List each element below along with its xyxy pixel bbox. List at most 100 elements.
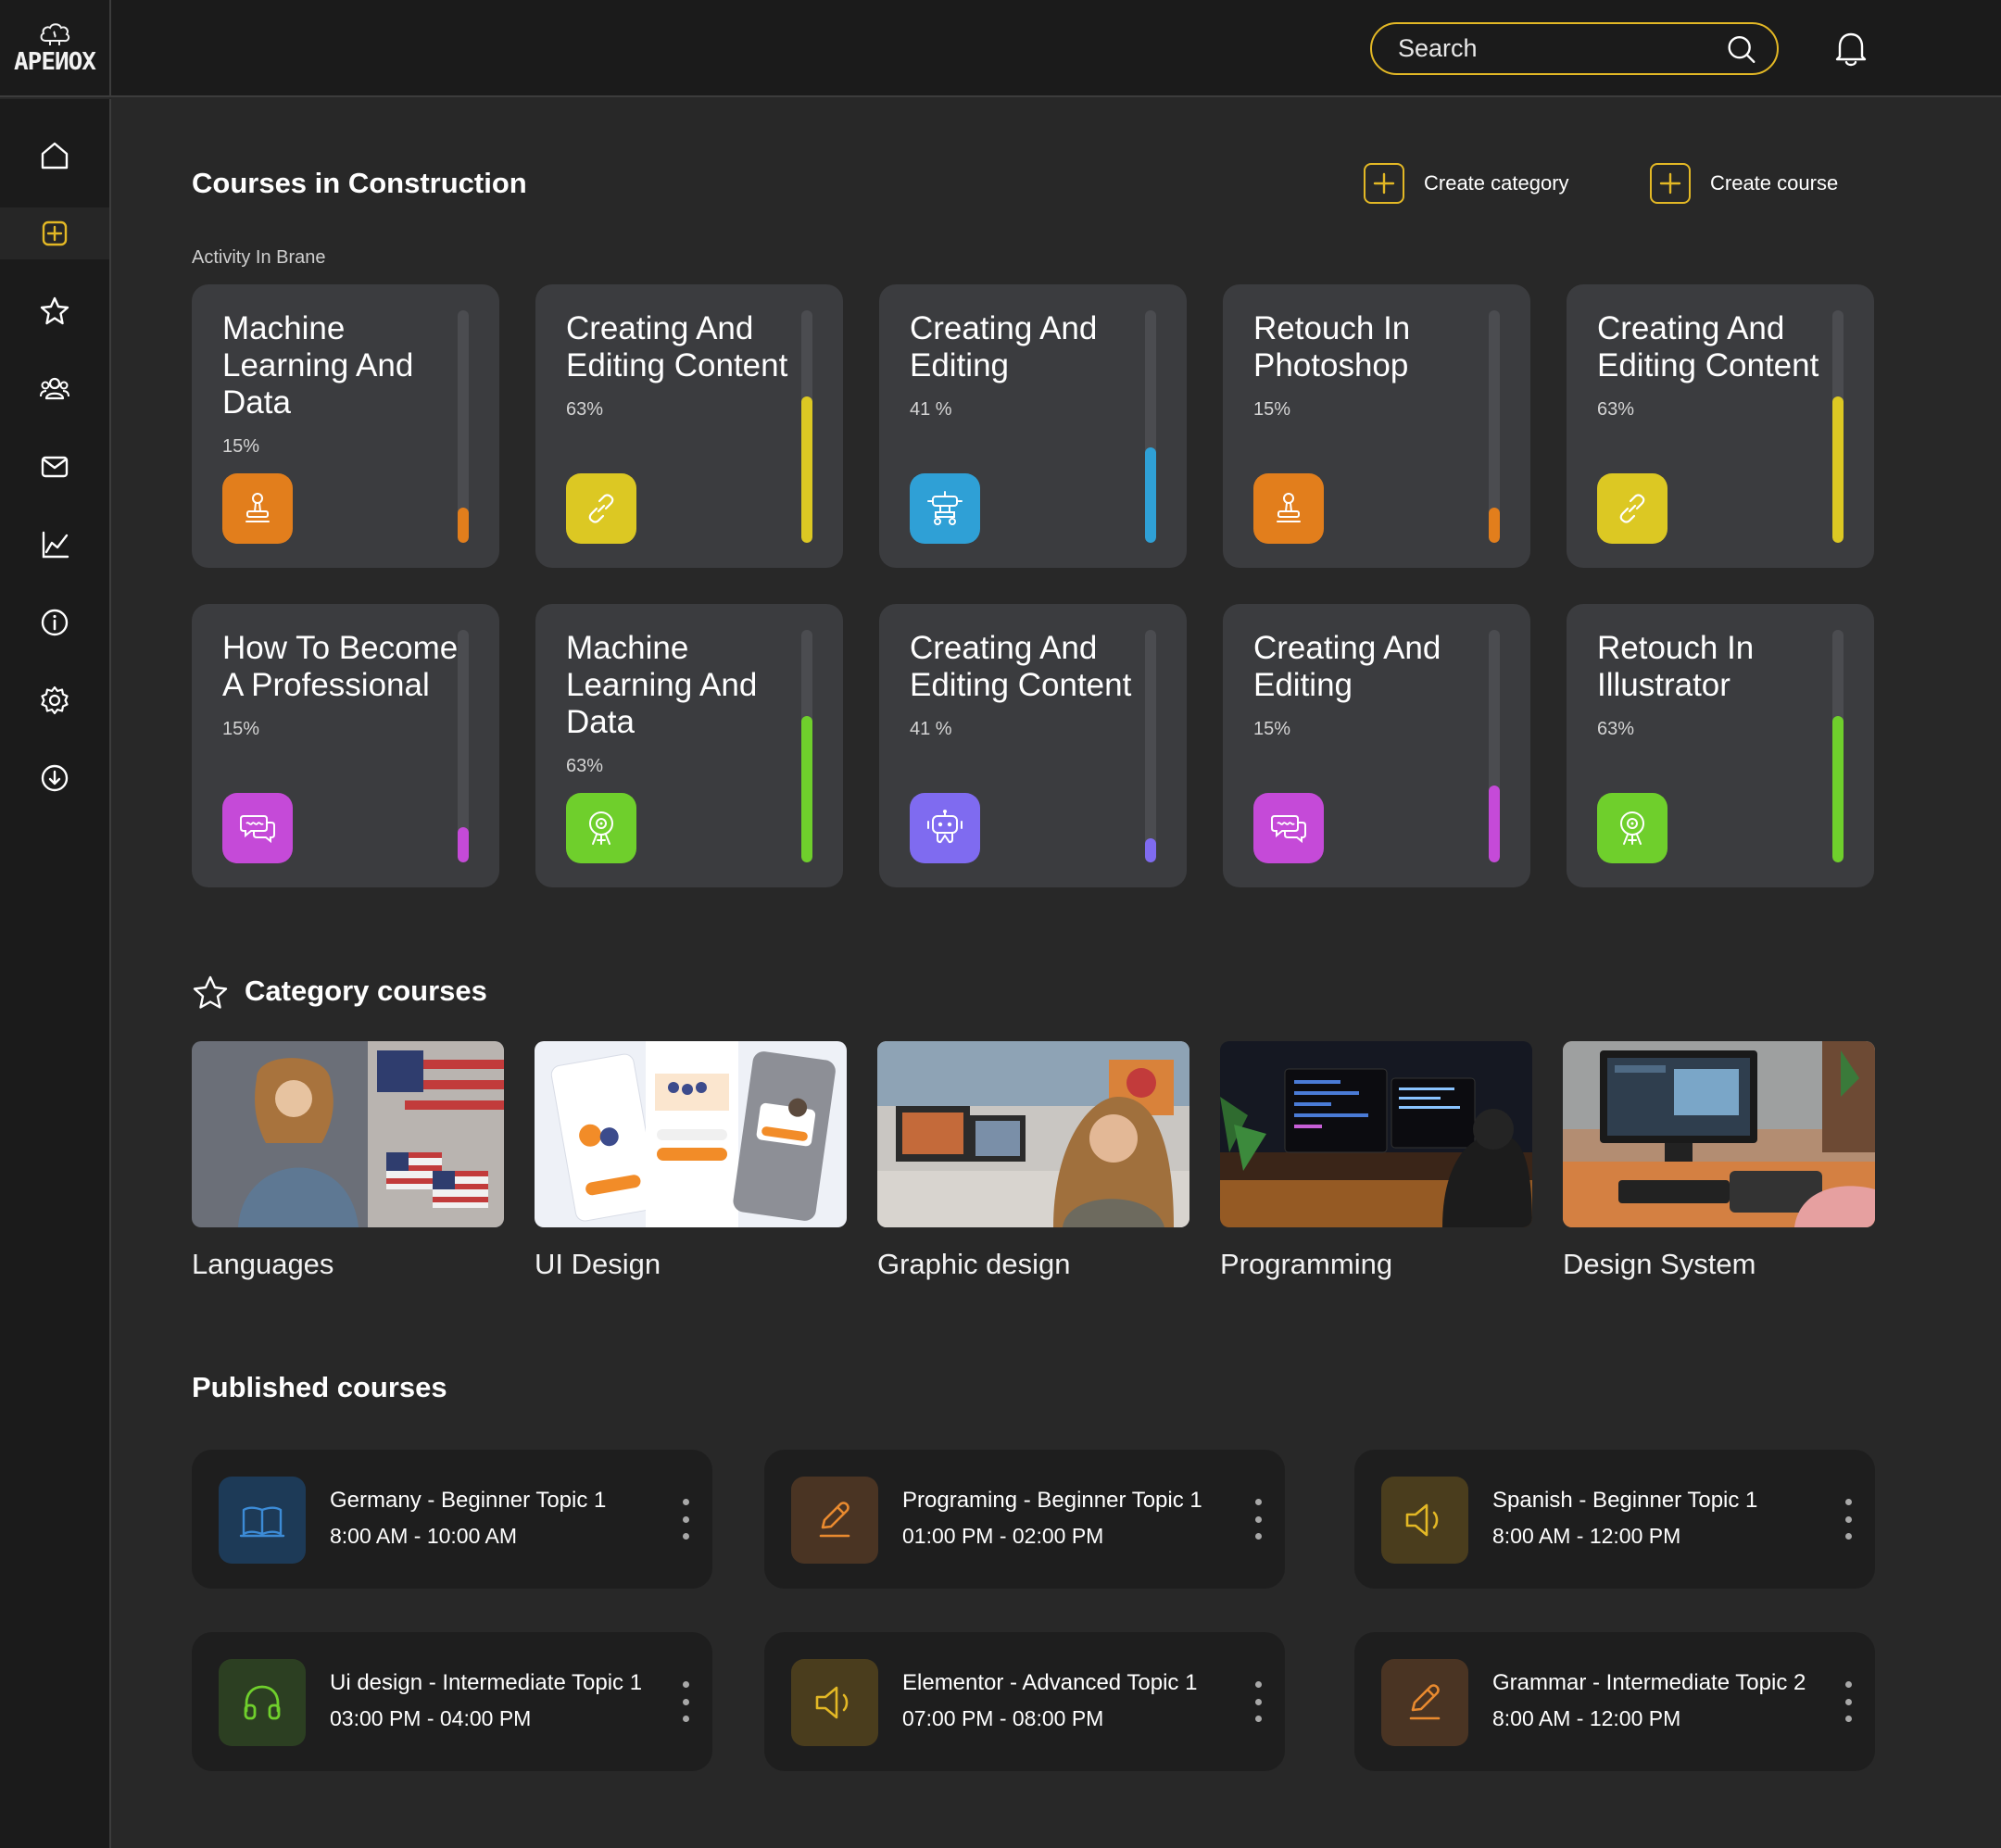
search-input[interactable] (1398, 34, 1726, 63)
sidebar-item-download[interactable] (0, 752, 109, 804)
sidebar-item-info[interactable] (0, 597, 109, 648)
published-course-time: 8:00 AM - 12:00 PM (1492, 1706, 1681, 1730)
sidebar-item-analytics[interactable] (0, 519, 109, 571)
download-icon (41, 764, 69, 792)
app-mockup-screens (535, 1041, 847, 1227)
link-icon (1619, 494, 1645, 523)
construction-title: Courses in Construction (192, 167, 527, 199)
link-icon (588, 494, 614, 523)
course-progress-track (1145, 310, 1156, 543)
course-card[interactable]: Retouch In Photoshop 15% (1223, 284, 1530, 568)
published-course-item[interactable]: Germany - Beginner Topic 1 8:00 AM - 10:… (192, 1450, 712, 1589)
published-course-title: Spanish - Beginner Topic 1 (1492, 1488, 1758, 1513)
bot-icon (927, 810, 963, 844)
course-icon-tile (1253, 473, 1324, 544)
course-icon-tile (910, 793, 980, 863)
published-course-item[interactable]: Programing - Beginner Topic 1 01:00 PM -… (764, 1450, 1285, 1589)
course-progress-fill (1832, 396, 1844, 543)
stamp-icon (245, 493, 270, 522)
course-icon-tile (566, 793, 636, 863)
course-progress-percent: 15% (222, 436, 260, 457)
course-card[interactable]: Machine Learning And Data 63% (535, 604, 843, 887)
sidebar-item-favorites[interactable] (0, 285, 109, 337)
course-card[interactable]: Creating And Editing Content 63% (535, 284, 843, 568)
course-progress-track (801, 310, 812, 543)
chat-icon (1271, 815, 1306, 844)
course-progress-fill (1489, 508, 1500, 543)
course-progress-percent: 15% (1253, 719, 1291, 739)
course-card[interactable]: Creating And Editing 15% (1223, 604, 1530, 887)
course-title: Retouch In Photoshop (1253, 310, 1411, 383)
construction-subtitle: Activity In Brane (192, 247, 326, 268)
course-progress-fill (1832, 715, 1844, 862)
logo-brain-icon (40, 22, 70, 45)
course-card[interactable]: Creating And Editing Content 63% (1567, 284, 1874, 568)
category-card[interactable]: Design System (1563, 1041, 1875, 1281)
notification-bell-icon[interactable] (1831, 28, 1871, 69)
more-options-icon[interactable] (1842, 1499, 1855, 1540)
course-progress-fill (1489, 786, 1500, 862)
course-card[interactable]: How To Become A Professional 15% (192, 604, 499, 887)
chat-icon (240, 815, 275, 844)
course-card[interactable]: Creating And Editing 41 % (879, 284, 1187, 568)
course-progress-percent: 63% (1597, 399, 1635, 420)
more-options-icon[interactable] (679, 1681, 692, 1722)
plus-icon (1650, 163, 1691, 204)
category-card[interactable]: Languages (192, 1041, 504, 1281)
app-logo[interactable]: APEИOX (0, 0, 111, 97)
sidebar-item-create[interactable] (0, 207, 109, 259)
search-bar[interactable] (1370, 22, 1779, 75)
plus-icon (1364, 163, 1404, 204)
create-course-button[interactable]: Create course (1650, 163, 1838, 204)
category-card[interactable]: Graphic design (877, 1041, 1189, 1281)
course-progress-track (801, 630, 812, 862)
course-icon-tile (1253, 793, 1324, 863)
course-card[interactable]: Retouch In Illustrator 63% (1567, 604, 1874, 887)
course-progress-track (1832, 630, 1844, 862)
gear-icon (41, 685, 69, 715)
speaker-icon (815, 1686, 849, 1719)
programmer-desk-photo (1220, 1041, 1532, 1227)
sidebar-item-messages[interactable] (0, 441, 109, 493)
woman-with-flags-photo (192, 1041, 504, 1227)
category-label: UI Design (535, 1248, 661, 1280)
sidebar-item-settings[interactable] (0, 674, 109, 726)
course-progress-percent: 41 % (910, 399, 952, 420)
published-course-item[interactable]: Ui design - Intermediate Topic 1 03:00 P… (192, 1632, 712, 1771)
course-progress-percent: 63% (566, 756, 604, 776)
course-progress-track (1145, 630, 1156, 862)
published-course-title: Elementor - Advanced Topic 1 (902, 1670, 1198, 1695)
course-progress-fill (801, 715, 812, 862)
sidebar-item-home[interactable] (0, 130, 109, 182)
published-icon-tile (791, 1477, 878, 1564)
course-progress-fill (801, 396, 812, 543)
published-courses-title: Published courses (192, 1371, 447, 1403)
create-category-button[interactable]: Create category (1364, 163, 1569, 204)
category-courses-title: Category courses (245, 974, 487, 1007)
more-options-icon[interactable] (679, 1499, 692, 1540)
course-card[interactable]: Creating And Editing Content 41 % (879, 604, 1187, 887)
published-course-title: Grammar - Intermediate Topic 2 (1492, 1670, 1806, 1695)
published-course-item[interactable]: Grammar - Intermediate Topic 2 8:00 AM -… (1354, 1632, 1875, 1771)
published-icon-tile (219, 1477, 306, 1564)
course-card[interactable]: Machine Learning And Data 15% (192, 284, 499, 568)
logo-text: APEИOX (14, 47, 96, 76)
course-title: Creating And Editing Content (566, 310, 788, 383)
course-title: Machine Learning And Data (222, 310, 414, 421)
category-label: Languages (192, 1248, 334, 1280)
course-progress-fill (1145, 447, 1156, 543)
published-course-item[interactable]: Spanish - Beginner Topic 1 8:00 AM - 12:… (1354, 1450, 1875, 1589)
sidebar (0, 99, 111, 1848)
more-options-icon[interactable] (1252, 1499, 1265, 1540)
more-options-icon[interactable] (1252, 1681, 1265, 1722)
search-icon[interactable] (1726, 32, 1756, 66)
published-course-item[interactable]: Elementor - Advanced Topic 1 07:00 PM - … (764, 1632, 1285, 1771)
category-card[interactable]: Programming (1220, 1041, 1532, 1281)
more-options-icon[interactable] (1842, 1681, 1855, 1722)
course-progress-track (1832, 310, 1844, 543)
sidebar-item-users[interactable] (0, 363, 109, 415)
home-icon (41, 142, 69, 170)
category-card[interactable]: UI Design (535, 1041, 847, 1281)
category-label: Design System (1563, 1248, 1756, 1280)
mail-icon (41, 456, 69, 478)
